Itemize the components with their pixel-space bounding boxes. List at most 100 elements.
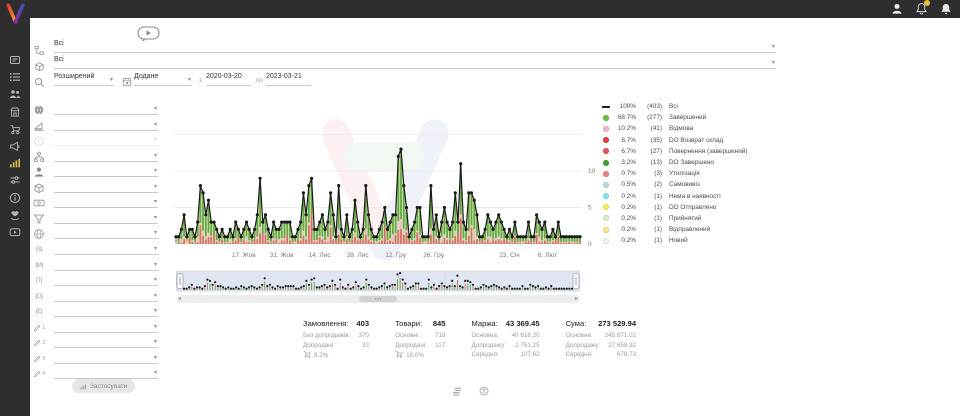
search-mode-value: Розширений [54,73,94,80]
legend-percent: 68.7% [613,114,636,121]
orders-timeseries-chart[interactable]: 051017. Жов31. Жов14. Лис28. Лис12. Гру2… [172,98,604,268]
stat-title: Сума: [566,319,587,328]
filter-dropdown[interactable]: ▾ [54,211,158,224]
stat-column: Маржа:43 369.45Основна:40 618.20Допродаж… [472,319,540,362]
summary-stats: Замовлення:403Без допродажів:370Допродан… [303,319,636,362]
chart-scrollbar[interactable]: ◂ ▸ [176,295,580,303]
filter-dropdown[interactable]: ▾ [54,164,158,177]
apply-button[interactable]: Застосувати [72,379,135,393]
filter-dropdown[interactable]: ▾ [54,195,158,208]
filter-dropdown[interactable]: ▾ [54,258,158,271]
search-mode-dropdown[interactable]: Розширений ▾ [54,73,114,86]
chart-legend: 100% (403) Всі 68.7% (277) Завершений 10… [601,101,747,246]
scroll-left-arrow[interactable]: ◂ [178,295,181,303]
stat-sub-value: 107.62 [520,350,539,360]
nav-clients-icon[interactable] [0,86,30,102]
filter-dropdown[interactable]: ▾ [54,335,158,348]
upsell-percent: 15.0% [406,351,424,361]
legend-label: DO Отправлено [669,204,716,211]
list-view-icon[interactable] [452,383,462,401]
nav-partners-icon[interactable] [0,207,30,223]
filter-dropdown[interactable]: ▾ [54,180,158,193]
legend-percent: 0.5% [613,181,636,188]
filter-dropdown[interactable]: ▾ [54,320,158,333]
filter-dropdown[interactable]: ▾ [54,273,158,286]
product-view-icon[interactable] [479,383,489,401]
filter-dropdown[interactable]: ▾ [54,118,158,131]
brush-handle-right [573,274,579,289]
legend-percent: 0.2% [613,204,636,211]
stat-sub-value: 678.73 [617,350,636,360]
legend-item[interactable]: 0.5% (2) Самовивіз [601,179,747,190]
chevron-down-icon: ▾ [154,338,157,345]
chevron-down-icon: ▾ [154,105,157,112]
chart-range-brush[interactable] [176,269,580,294]
stat-sub-label: Допродажу: [472,341,506,351]
nav-marketing-icon[interactable] [0,138,30,154]
legend-item[interactable]: 0.2% (1) Відправлений [601,224,747,235]
user-avatar-icon[interactable] [891,2,903,20]
nav-settings-icon[interactable] [0,172,30,188]
date-from-input[interactable]: 2020-03-20 [206,73,251,86]
legend-item[interactable]: 0.2% (1) Нема в наявності [601,191,747,202]
nav-video-icon[interactable] [0,224,30,240]
legend-item[interactable]: 3.2% (13) DO Завершено [601,157,747,168]
sitemap-icon [33,151,45,163]
stat-sub-label: Без допродажів: [303,331,350,341]
legend-item[interactable]: 0.7% (3) Утилізація [601,168,747,179]
legend-item[interactable]: 0.2% (1) Новий [601,235,747,246]
cart-icon [395,350,403,362]
legend-item[interactable]: 0.2% (1) Прийнятий [601,213,747,224]
brush-handle-left [177,274,183,289]
legend-dot-marker [603,204,609,210]
stat-sub-value: 27 658.92 [608,341,636,351]
date-to-value: 2023-03-21 [266,73,302,80]
nav-store-icon[interactable] [0,104,30,120]
cart-icon [303,350,311,362]
scroll-right-arrow[interactable]: ▸ [575,295,578,303]
filter-dropdown[interactable]: ▾ [54,289,158,302]
filter-dropdown[interactable]: ▾ [54,304,158,317]
pencil-icon: 2 [33,337,45,349]
filter-dropdown[interactable]: ▾ [54,366,158,379]
nav-dashboard-icon[interactable] [0,52,30,68]
legend-dot-marker [603,193,609,199]
legend-item[interactable]: 8.7% (35) DO Возврат склад [601,135,747,146]
legend-count: (1) [636,237,662,244]
scrollbar-thumb[interactable] [359,296,397,302]
stat-sub-label: Середня: [566,350,593,360]
nav-orders-icon[interactable] [0,69,30,85]
legend-item[interactable]: 10.2% (41) Відмова [601,123,747,134]
category-filter-input[interactable]: Всі ▾ [54,40,776,53]
filter-dropdown[interactable]: ▾ [54,102,158,115]
chevron-down-icon: ▾ [154,369,157,376]
svg-text:17. Жов: 17. Жов [232,252,256,259]
date-field-value: Додане [134,73,158,80]
legend-item[interactable]: 100% (403) Всі [601,101,747,112]
nav-delivery-icon[interactable] [0,121,30,137]
search-icon [33,76,45,88]
legend-count: (277) [636,114,662,121]
filter-dropdown[interactable]: ▾ [54,226,158,239]
chevron-down-icon: ▾ [154,198,157,205]
app-logo[interactable] [3,1,28,31]
legend-item[interactable]: 0.2% (1) DO Отправлено [601,202,747,213]
date-to-input[interactable]: 2023-03-21 [266,73,311,86]
date-field-dropdown[interactable]: Додане ▾ [134,73,192,86]
category-filter-value: Всі [54,40,64,47]
legend-count: (403) [636,103,662,110]
legend-label: Утилізація [669,170,700,177]
filter-dropdown[interactable]: ▾ [54,149,158,162]
filter-dropdown[interactable]: ▾ [54,351,158,364]
legend-label: Новий [669,237,688,244]
alerts-bell-icon[interactable] [940,2,952,20]
legend-percent: 10.2% [613,125,636,132]
filter-dropdown[interactable]: ▾ [54,242,158,255]
legend-label: Завершений [669,114,706,121]
product-filter-input[interactable]: Всі ▾ [54,56,776,69]
notifications-bell-icon[interactable] [916,2,927,20]
legend-item[interactable]: 68.7% (277) Завершений [601,112,747,123]
legend-item[interactable]: 6.7% (27) Повернення (завершений) [601,146,747,157]
nav-info-icon[interactable] [0,190,30,206]
nav-analytics-icon[interactable] [0,155,30,171]
